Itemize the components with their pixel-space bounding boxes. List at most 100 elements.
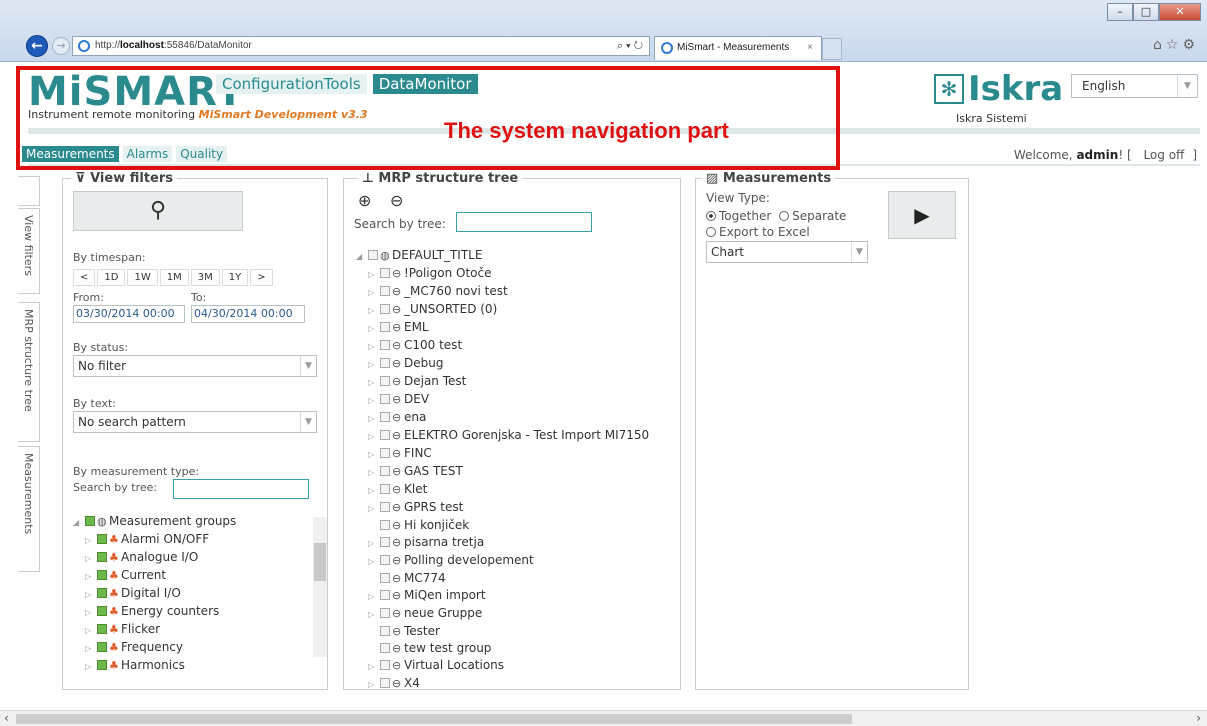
text-select[interactable]: No search pattern ▼: [73, 411, 317, 433]
location-icon: ⊖: [392, 519, 402, 532]
tree-node[interactable]: ▷ ⊖ DEV: [356, 391, 649, 409]
vtab-view-filters[interactable]: View filters: [18, 208, 40, 294]
tree-node[interactable]: ▷ ⊖ GAS TEST: [356, 463, 649, 481]
tree-node[interactable]: ▷ ⊖ Debug: [356, 355, 649, 373]
forward-button[interactable]: →: [52, 37, 70, 55]
scroll-left-icon[interactable]: ‹: [4, 711, 9, 725]
mrp-tree-search-input[interactable]: [456, 212, 592, 232]
tree-node[interactable]: ▷ ⊖ Polling developement: [356, 552, 649, 570]
chevron-down-icon: ▼: [300, 412, 316, 432]
location-icon: ⊖: [392, 339, 402, 352]
iskra-logo: ✻ Iskra Iskra Sistemi: [934, 72, 1063, 125]
browser-chrome: – □ ✕ ← → http://localhost:55846/DataMon…: [0, 0, 1207, 62]
location-icon: ⊖: [392, 357, 402, 370]
new-tab-button[interactable]: [822, 38, 842, 60]
location-icon: ⊖: [392, 303, 402, 316]
tree-node[interactable]: ▷ ⊖ !Poligon Otoče: [356, 265, 649, 283]
tree-node[interactable]: ▷ ⊖ _UNSORTED (0): [356, 301, 649, 319]
scroll-right-icon[interactable]: ›: [1196, 711, 1201, 725]
status-select[interactable]: No filter ▼: [73, 355, 317, 377]
tree-node[interactable]: ▷ ⊖ EML: [356, 319, 649, 337]
tree-node[interactable]: ⊖ Tester: [356, 623, 649, 640]
group-icon: ♣: [109, 641, 119, 654]
location-icon: ⊖: [392, 267, 402, 280]
location-icon: ⊖: [392, 677, 402, 690]
timespan-1y-button[interactable]: 1Y: [221, 269, 249, 286]
tree-node[interactable]: ▷ ⊖ _MC760 novi test: [356, 283, 649, 301]
filter-search-button[interactable]: ⚲: [73, 191, 243, 231]
language-select[interactable]: English ▼: [1071, 74, 1198, 98]
tree-node[interactable]: ◢ ◍ DEFAULT_TITLE: [356, 247, 649, 265]
tree-node[interactable]: ⊖ Hi konjiček: [356, 517, 649, 534]
app: MiSMART Instrument remote monitoring MiS…: [0, 62, 1207, 726]
group-icon: ♣: [109, 623, 119, 636]
separate-radio[interactable]: Separate: [779, 209, 846, 223]
tree-node[interactable]: ▷ ⊖ C100 test: [356, 337, 649, 355]
tree-node[interactable]: ▷ ♣ Frequency: [73, 639, 236, 657]
home-star-gear-icon[interactable]: ⌂☆⚙: [1153, 37, 1199, 53]
horizontal-scrollbar[interactable]: ‹ ›: [0, 710, 1207, 726]
ie-icon: [661, 42, 673, 54]
tree-node[interactable]: ▷ ⊖ Klet: [356, 481, 649, 499]
measurement-tree-search-input[interactable]: [173, 479, 309, 499]
tree-node[interactable]: ▷ ⊖ Virtual Locations: [356, 657, 649, 675]
timespan-1m-button[interactable]: 1M: [159, 269, 189, 286]
tree-node[interactable]: ▷ ⊖ GPRS test: [356, 499, 649, 517]
group-icon: ♣: [109, 587, 119, 600]
tree-node[interactable]: ⊖ MC774: [356, 570, 649, 587]
tree-node[interactable]: ▷ ⊖ neue Gruppe: [356, 605, 649, 623]
tree-node[interactable]: ▷ ♣ Energy counters: [73, 603, 236, 621]
minimize-icon[interactable]: –: [1107, 3, 1133, 21]
tree-node[interactable]: ▷ ⊖ Dejan Test: [356, 373, 649, 391]
tree-node[interactable]: ▷ ⊖ MiQen import: [356, 587, 649, 605]
tree-node[interactable]: ▷ ♣ Analogue I/O: [73, 549, 236, 567]
play-icon: ▶: [914, 203, 930, 227]
tree-node[interactable]: ▷ ♣ Digital I/O: [73, 585, 236, 603]
tree-node[interactable]: ▷ ⊖ ELEKTRO Gorenjska - Test Import MI7150: [356, 427, 649, 445]
tree-node[interactable]: ▷ ♣ Current: [73, 567, 236, 585]
chevron-down-icon: ▼: [300, 356, 316, 376]
to-date-input[interactable]: 04/30/2014 00:00: [191, 305, 305, 323]
search-refresh-icon[interactable]: ⌕ ▾ ↻: [617, 37, 643, 55]
tree-scrollbar[interactable]: [313, 517, 327, 657]
collapse-icon[interactable]: ⊕: [358, 191, 371, 210]
close-icon[interactable]: ✕: [1159, 3, 1201, 21]
tree-node[interactable]: ▷ ⊖ X4: [356, 675, 649, 693]
tree-node[interactable]: ▷ ♣ Flicker: [73, 621, 236, 639]
tree-node[interactable]: ⊖ tew test group: [356, 640, 649, 657]
export-radio[interactable]: Export to Excel: [706, 225, 810, 239]
browser-tab[interactable]: MiSmart - Measurements ×: [654, 36, 822, 60]
timespan-prev-button[interactable]: <: [73, 269, 96, 286]
window-controls: – □ ✕: [1107, 3, 1201, 21]
back-button[interactable]: ←: [26, 35, 48, 57]
logout-link[interactable]: Log off: [1143, 148, 1184, 162]
timespan-1d-button[interactable]: 1D: [97, 269, 126, 286]
together-radio[interactable]: Together: [706, 209, 771, 223]
play-button[interactable]: ▶: [888, 191, 956, 239]
tree-node[interactable]: ▷ ⊖ FINC: [356, 445, 649, 463]
chart-type-select[interactable]: Chart ▼: [706, 241, 868, 263]
tree-node[interactable]: ▷ ⊖ pisarna tretja: [356, 534, 649, 552]
address-bar[interactable]: http://localhost:55846/DataMonitor ⌕ ▾ ↻: [72, 36, 650, 56]
tree-node[interactable]: ▷ ⊖ ena: [356, 409, 649, 427]
from-date-input[interactable]: 03/30/2014 00:00: [73, 305, 185, 323]
tree-node[interactable]: ◢ ◍ Measurement groups: [73, 513, 236, 531]
timespan-next-button[interactable]: >: [250, 269, 273, 286]
vtab-measurements[interactable]: Measurements: [18, 446, 40, 572]
timespan-3m-button[interactable]: 3M: [190, 269, 220, 286]
tree-node[interactable]: ▷ ♣ Alarmi ON/OFF: [73, 531, 236, 549]
group-icon: ♣: [109, 659, 119, 672]
maximize-icon[interactable]: □: [1133, 3, 1159, 21]
close-tab-icon[interactable]: ×: [807, 37, 813, 59]
timespan-1w-button[interactable]: 1W: [127, 269, 158, 286]
location-icon: ⊖: [392, 625, 402, 638]
vtab-blank: [18, 176, 40, 206]
location-icon: ⊖: [392, 536, 402, 549]
back-icon[interactable]: ⊖: [390, 191, 403, 210]
tree-node[interactable]: ▷ ♣ Harmonics: [73, 657, 236, 675]
location-icon: ⊖: [392, 285, 402, 298]
vtab-mrp-structure-tree[interactable]: MRP structure tree: [18, 302, 40, 442]
location-icon: ⊖: [392, 465, 402, 478]
annotation-label: The system navigation part: [444, 118, 729, 143]
location-icon: ⊖: [392, 483, 402, 496]
